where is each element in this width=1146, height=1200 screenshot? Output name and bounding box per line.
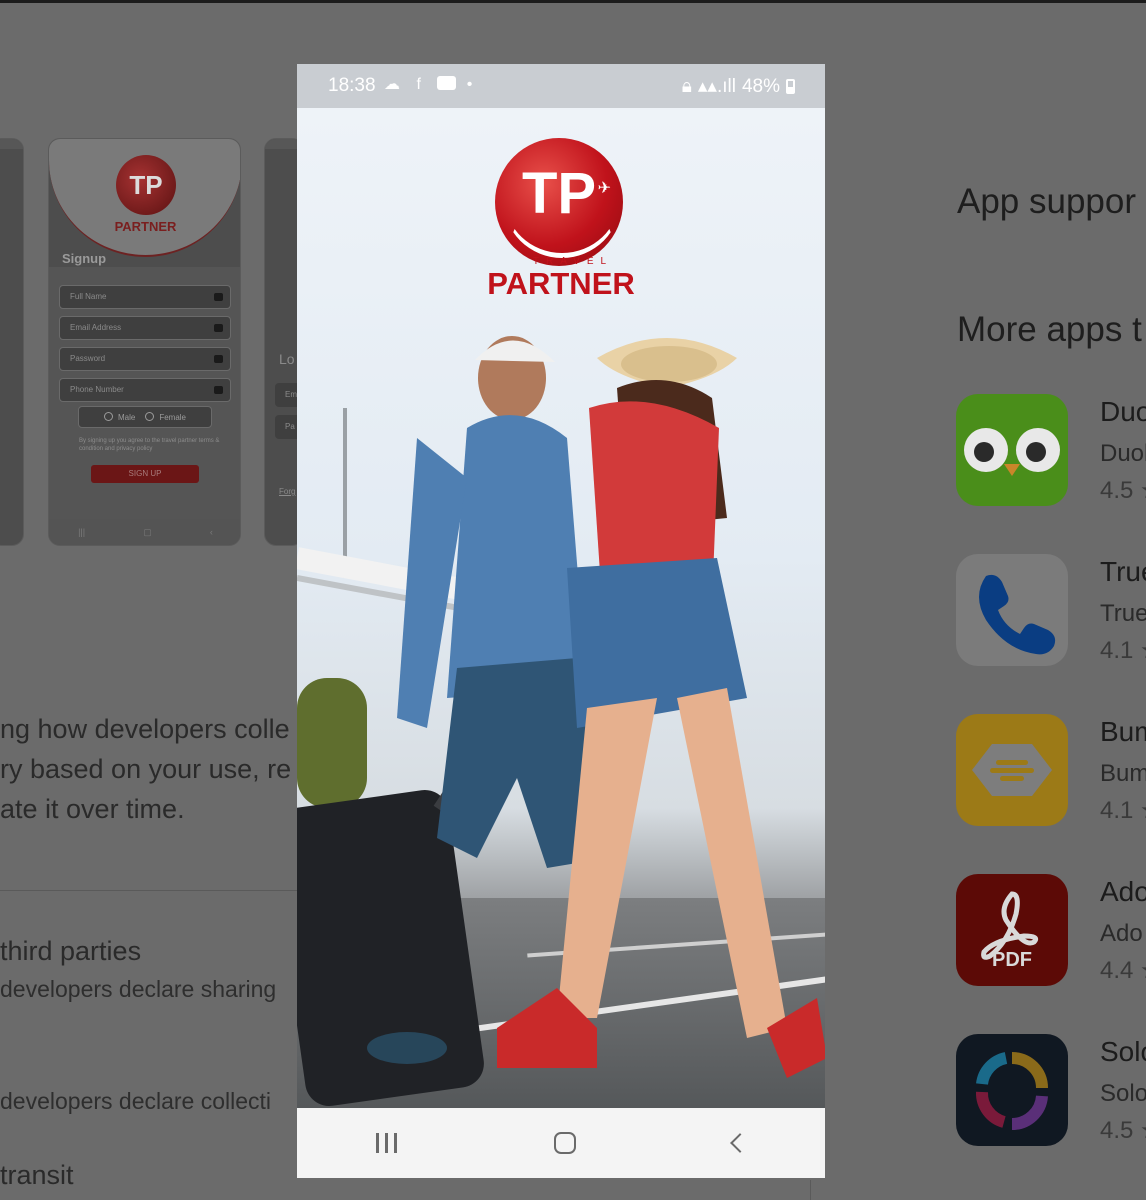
home-icon[interactable] (553, 1132, 576, 1154)
mail-icon (214, 324, 223, 332)
thumbnail-field-password: Password (59, 347, 231, 371)
thumbnail-title: Signup (62, 251, 107, 266)
thumbnail-brand: PARTNER (114, 219, 177, 234)
user-icon (214, 293, 223, 301)
signal-icon: ▴▴.ıll (697, 76, 736, 97)
row-title-transit: transit (0, 1160, 74, 1190)
status-time: 18:38 (328, 75, 376, 96)
thumbnail-logo: TP (116, 155, 176, 215)
airplane-icon: ✈ (597, 180, 611, 197)
thumbnail-field-fullname: Full Name (59, 285, 231, 309)
expanded-screenshot[interactable]: 18:38 ☁ f • 🔒︎ ▴▴.ıll 48% TP ✈ TRAVEL PA… (297, 64, 825, 1178)
app-rating: 4.1 ★ (1100, 637, 1146, 664)
app-name: Bum (1100, 716, 1146, 747)
screenshot-thumbnail-signup[interactable]: TP PARTNER Signup Full Name Email Addres… (48, 138, 241, 546)
duolingo-owl-icon (956, 394, 1068, 506)
sololearn-swirl-icon (956, 1034, 1068, 1146)
brand-name: PARTNER (487, 266, 635, 301)
battery-icon (786, 79, 795, 94)
app-developer: Bum (1100, 760, 1146, 787)
app-name: True (1100, 556, 1146, 587)
adobe-pdf-icon: PDF (956, 874, 1068, 986)
app-name: Solo (1100, 1036, 1146, 1067)
app-rating: 4.4 ★ (1100, 957, 1146, 984)
screenshot-thumbnail-left[interactable] (0, 138, 24, 546)
thumbnail-navbar: ||| ▢ ‹ (49, 519, 240, 545)
lock-icon: 🔒︎ (681, 75, 692, 97)
app-row-truecaller[interactable]: True True 4.1 ★ (956, 554, 1146, 666)
notification-icons: ☁ f • (384, 76, 479, 93)
thumbnail-terms: By signing up you agree to the travel pa… (79, 438, 220, 452)
app-developer: Duol (1100, 440, 1146, 467)
data-safety-line-1: ng how developers colle (0, 714, 290, 744)
recents-icon[interactable] (375, 1133, 397, 1153)
divider (0, 890, 300, 891)
app-name: Duo (1100, 396, 1146, 427)
app-rating: 4.1 ★ (1100, 797, 1146, 824)
svg-text:PDF: PDF (992, 949, 1032, 971)
row-sub-collection: developers declare collecti (0, 1088, 272, 1114)
splash-image: TP ✈ TRAVEL PARTNER (297, 108, 825, 1108)
thumbnail-signup-button: SIGN UP (91, 465, 199, 483)
app-row-bumble[interactable]: Bum Bum 4.1 ★ (956, 714, 1146, 826)
data-safety-line-2: ry based on your use, re (0, 754, 292, 784)
app-developer: True (1100, 600, 1146, 627)
thumbnail-field-phone: Phone Number (59, 378, 231, 402)
more-apps-heading[interactable]: More apps t (957, 310, 1142, 350)
row-sub-sharing: developers declare sharing (0, 976, 277, 1002)
key-icon (214, 355, 223, 363)
app-name: Ado (1100, 876, 1146, 907)
phone-handset-icon (956, 554, 1068, 666)
android-nav-bar (297, 1108, 825, 1178)
app-rating: 4.5 ★ (1100, 1117, 1146, 1144)
bumble-hexagon-icon (956, 714, 1068, 826)
app-developer: Ado (1100, 920, 1143, 947)
phone-icon (214, 386, 223, 394)
app-row-duolingo[interactable]: Duo Duol 4.5 ★ (956, 394, 1146, 506)
app-row-adobe[interactable]: PDF Ado Ado 4.4 ★ (956, 874, 1146, 986)
app-developer: Solo (1100, 1080, 1146, 1107)
data-safety-line-3: ate it over time. (0, 794, 185, 824)
row-title-sharing: third parties (0, 936, 142, 966)
youtube-icon (437, 76, 457, 90)
app-rating: 4.5 ★ (1100, 477, 1146, 504)
back-icon[interactable] (729, 1133, 750, 1153)
app-row-sololearn[interactable]: Solo Solo 4.5 ★ (956, 1034, 1146, 1146)
travel-partner-logo: TP ✈ (495, 138, 623, 266)
thumbnail-gender: Male Female (78, 406, 212, 428)
thumbnail-field-email: Email Address (59, 316, 231, 340)
thumbnail-partial-forgot: Forg (279, 487, 296, 496)
thumbnail-partial-label: Lo (279, 351, 295, 367)
battery-percent: 48% (741, 75, 780, 97)
app-support-heading[interactable]: App suppor (957, 182, 1136, 222)
status-bar: 18:38 ☁ f • 🔒︎ ▴▴.ıll 48% (297, 64, 825, 108)
